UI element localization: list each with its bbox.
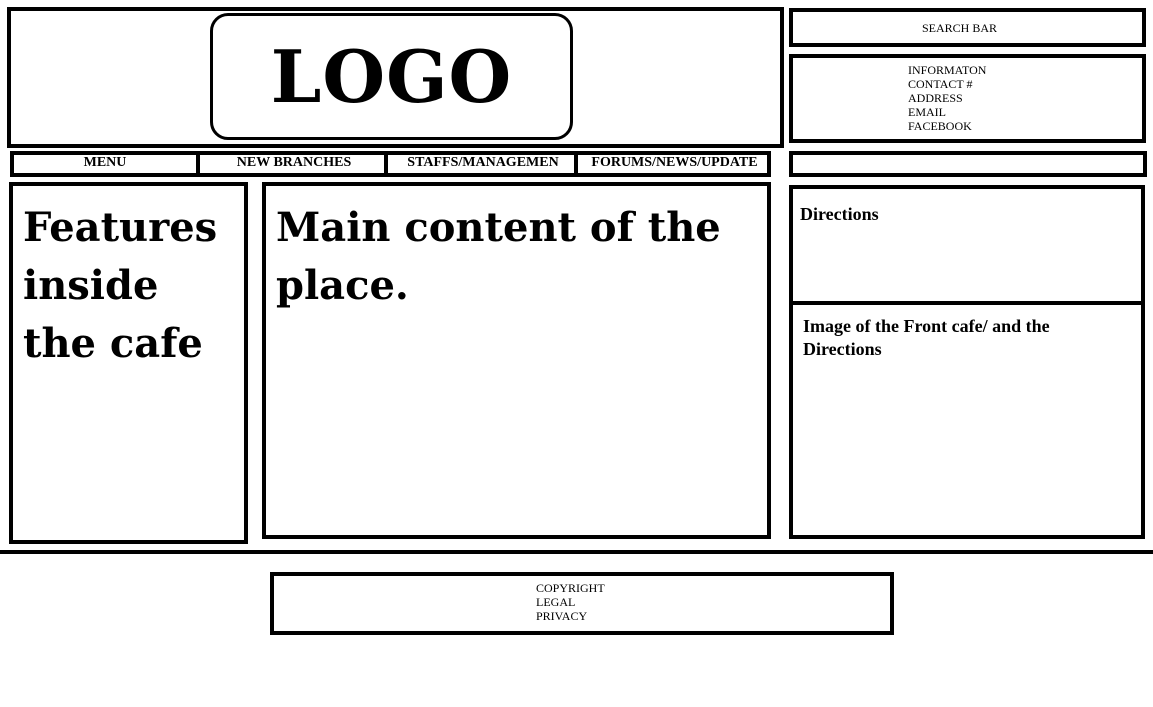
features-text: Features inside the cafe — [23, 204, 218, 367]
footer-privacy[interactable]: PRIVACY — [536, 609, 605, 623]
footer-links: COPYRIGHT LEGAL PRIVACY — [536, 581, 605, 623]
features-box: Features inside the cafe — [9, 182, 248, 544]
info-facebook[interactable]: FACEBOOK — [908, 119, 986, 133]
footer-legal[interactable]: LEGAL — [536, 595, 605, 609]
info-address: ADDRESS — [908, 91, 963, 105]
info-box: INFORMATON CONTACT # ADDRESS EMAIL FACEB… — [789, 54, 1146, 143]
main-content-text: Main content of the place. — [276, 204, 721, 309]
info-information: INFORMATON — [908, 63, 987, 77]
footer-copyright: COPYRIGHT — [536, 581, 605, 595]
front-image-label: Image of the Front cafe/ and the Directi… — [803, 316, 1050, 359]
logo[interactable]: LOGO — [210, 13, 573, 140]
nav-item-forums[interactable]: FORUMS/NEWS/UPDATE — [582, 155, 767, 173]
nav-item-menu[interactable]: MENU — [14, 155, 200, 173]
directions-box: Directions — [789, 185, 1145, 305]
nav-item-new-branches-label: NEW BRANCHES — [236, 155, 352, 170]
right-bar — [789, 151, 1147, 177]
nav-item-staffs[interactable]: STAFFS/MANAGEMEN — [392, 155, 578, 173]
info-email[interactable]: EMAIL — [908, 105, 986, 119]
info-list: INFORMATON CONTACT # ADDRESS EMAIL FACEB… — [908, 63, 986, 133]
logo-text: LOGO — [270, 33, 513, 119]
search-bar[interactable]: SEARCH BAR — [789, 8, 1146, 47]
directions-label: Directions — [800, 204, 879, 224]
footer-divider — [0, 550, 1153, 554]
main-content-box: Main content of the place. — [262, 182, 771, 539]
footer-box: COPYRIGHT LEGAL PRIVACY — [270, 572, 894, 635]
nav-item-new-branches[interactable]: NEW BRANCHES — [204, 155, 388, 173]
front-image-box: Image of the Front cafe/ and the Directi… — [789, 301, 1145, 539]
nav-item-staffs-label: STAFFS/MANAGEMEN — [407, 155, 559, 170]
nav-item-menu-label: MENU — [83, 155, 127, 170]
search-bar-label: SEARCH BAR — [922, 21, 998, 35]
info-contact[interactable]: CONTACT # — [908, 77, 986, 91]
nav-item-forums-label: FORUMS/NEWS/UPDATE — [591, 155, 758, 170]
